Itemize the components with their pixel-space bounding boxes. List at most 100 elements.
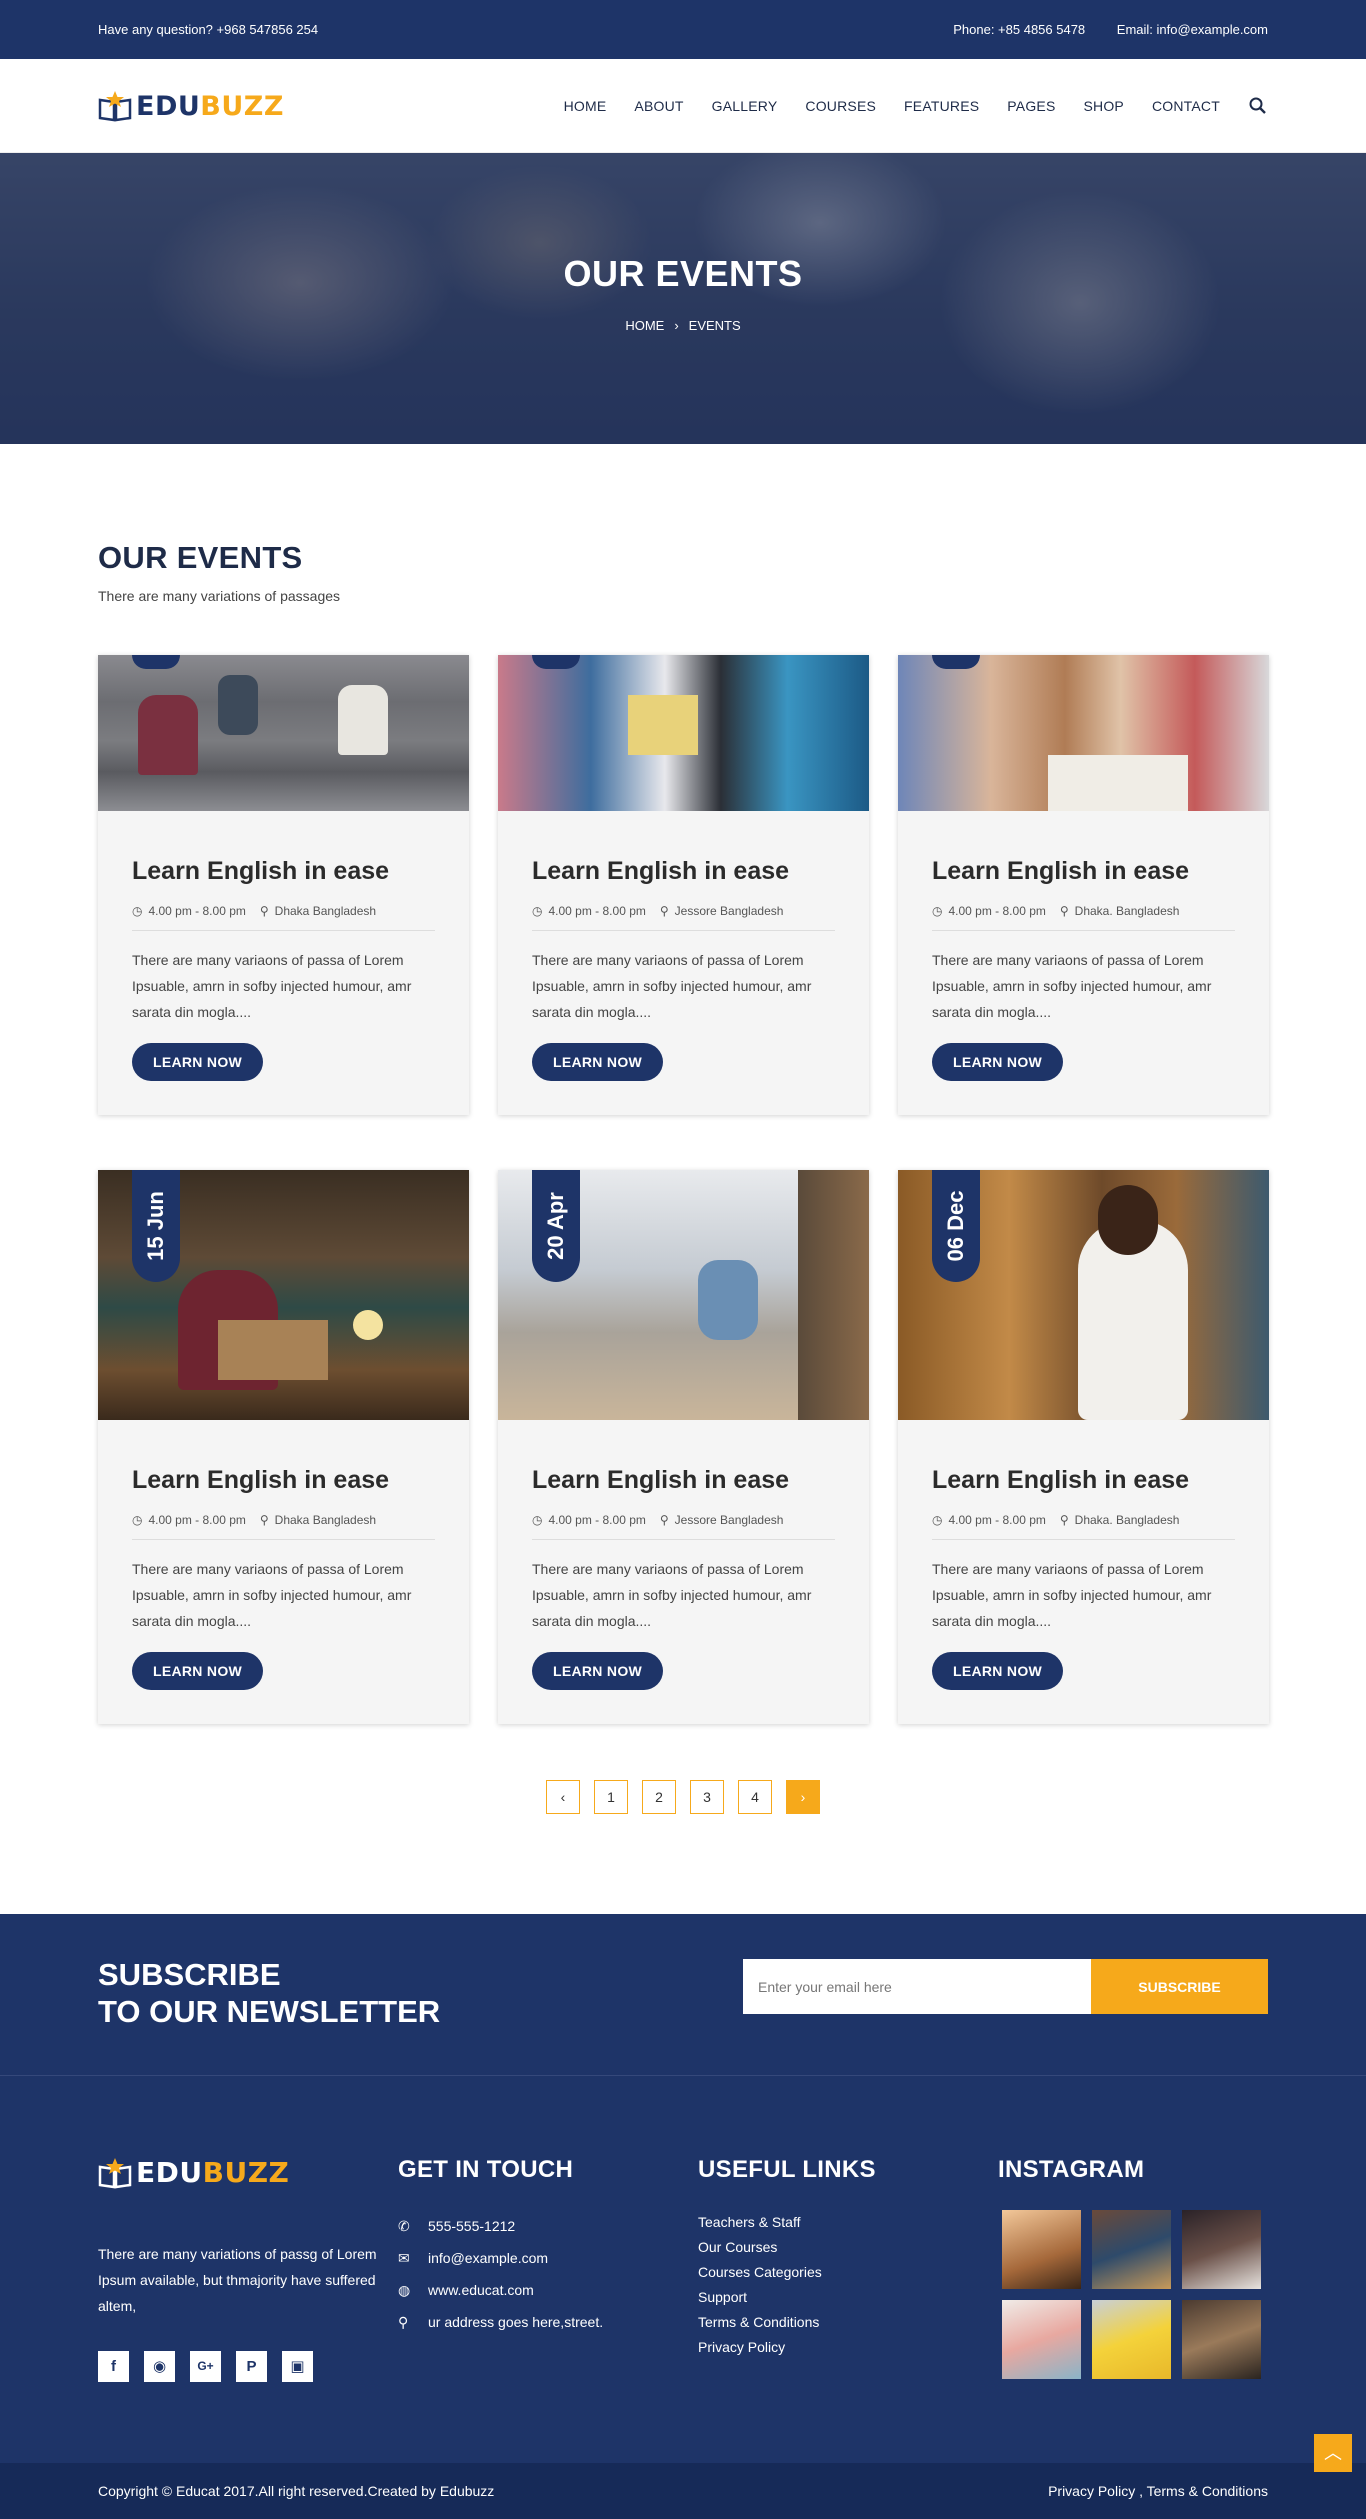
event-title[interactable]: Learn English in ease [532,857,835,886]
newsletter-form: SUBSCRIBE [743,1959,1268,2014]
question-text: Have any question? +968 547856 254 [98,22,319,37]
location-pin-icon: ⚲ [1059,1513,1069,1527]
event-title[interactable]: Learn English in ease [532,1466,835,1495]
event-title[interactable]: Learn English in ease [132,1466,435,1495]
footer-about-text: There are many variations of passg of Lo… [98,2246,377,2314]
learn-now-button[interactable]: LEARN NOW [532,1652,664,1690]
instagram-photo[interactable] [1092,2210,1171,2289]
event-description: There are many variaons of passa of Lore… [132,1561,412,1629]
footer-link[interactable]: Our Courses [698,2235,876,2260]
learn-now-button[interactable]: LEARN NOW [532,1043,664,1081]
event-image[interactable]: 0 [898,655,1269,811]
menu-features[interactable]: FEATURES [904,98,979,114]
menu-about[interactable]: ABOUT [634,98,683,114]
instagram-icon[interactable]: ▣ [282,2351,313,2382]
event-location: Dhaka. Bangladesh [1074,1513,1180,1527]
event-image[interactable]: 15 Jun [98,1170,469,1420]
pagination: ‹ 1 2 3 4 › [0,1780,1366,1814]
menu-contact[interactable]: CONTACT [1152,98,1220,114]
footer-link[interactable]: Terms & Conditions [698,2310,876,2335]
newsletter-email-input[interactable] [743,1959,1091,2014]
event-meta: ◷ 4.00 pm - 8.00 pm ⚲ Jessore Bangladesh [532,904,835,931]
menu-courses[interactable]: COURSES [805,98,876,114]
event-card: 2 Learn English in ease ◷ 4.00 pm - 8.00 … [498,655,869,1115]
footer-link[interactable]: Teachers & Staff [698,2210,876,2235]
rss-icon[interactable]: ◉ [144,2351,175,2382]
event-date-badge: 2 [532,655,580,669]
event-image[interactable]: 2 [498,655,869,811]
event-title[interactable]: Learn English in ease [932,857,1235,886]
contact-phone[interactable]: ✆ 555-555-1212 [398,2210,603,2242]
event-title[interactable]: Learn English in ease [132,857,435,886]
footer-link[interactable]: Courses Categories [698,2260,876,2285]
contact-email[interactable]: ✉ info@example.com [398,2242,603,2274]
menu-gallery[interactable]: GALLERY [712,98,778,114]
page-4[interactable]: 4 [738,1780,772,1814]
menu: HOME ABOUT GALLERY COURSES FEATURES PAGE… [536,96,1268,116]
google-plus-icon[interactable]: G+ [190,2351,221,2382]
logo[interactable]: EDU BUZZ [98,90,284,122]
instagram-photo[interactable] [1182,2210,1261,2289]
newsletter-section: SUBSCRIBE TO OUR NEWSLETTER SUBSCRIBE [0,1914,1366,2076]
event-card: 20 Apr Learn English in ease ◷ 4.00 pm - … [498,1170,869,1724]
links-heading: USEFUL LINKS [698,2156,876,2183]
clock-icon: ◷ [132,1513,143,1527]
clock-icon: ◷ [932,904,943,918]
instagram-photo[interactable] [1092,2300,1171,2379]
footer-links: USEFUL LINKS Teachers & Staff Our Course… [698,2156,876,2360]
search-icon[interactable] [1248,96,1268,116]
page-2[interactable]: 2 [642,1780,676,1814]
email-text: Email: info@example.com [1116,22,1268,37]
event-title[interactable]: Learn English in ease [932,1466,1235,1495]
footer-link[interactable]: Support [698,2285,876,2310]
newsletter-title: SUBSCRIBE TO OUR NEWSLETTER [98,1957,441,2029]
clock-icon: ◷ [932,1513,943,1527]
prev-page-button[interactable]: ‹ [546,1780,580,1814]
menu-shop[interactable]: SHOP [1083,98,1123,114]
subscribe-button[interactable]: SUBSCRIBE [1091,1959,1268,2014]
clock-icon: ◷ [532,1513,543,1527]
footer-logo[interactable]: EDU BUZZ [98,2156,378,2189]
chevron-right-icon: › [674,318,679,333]
menu-pages[interactable]: PAGES [1007,98,1055,114]
footer-link[interactable]: Privacy Policy [698,2335,876,2360]
envelope-icon: ✉ [398,2250,410,2266]
breadcrumb-home[interactable]: HOME [625,318,664,333]
event-image[interactable]: 06 Dec [898,1170,1269,1420]
next-page-button[interactable]: › [786,1780,820,1814]
logo-text-edu: EDU [136,90,201,122]
clock-icon: ◷ [532,904,543,918]
event-location: Dhaka Bangladesh [274,1513,377,1527]
chevron-up-icon[interactable]: ︿ [1314,2434,1352,2472]
event-meta: ◷ 4.00 pm - 8.00 pm ⚲ Dhaka Bangladesh [132,1513,435,1540]
contact-website[interactable]: ◍ www.educat.com [398,2274,603,2306]
phone-text: Phone: +85 4856 5478 [953,22,1086,37]
instagram-photo[interactable] [1002,2300,1081,2379]
event-location: Jessore Bangladesh [674,904,784,918]
footer-contact: GET IN TOUCH ✆ 555-555-1212 ✉ info@example… [398,2156,603,2338]
learn-now-button[interactable]: LEARN NOW [932,1652,1064,1690]
instagram-photo[interactable] [1182,2300,1261,2379]
social-links: f ◉ G+ P ▣ [98,2351,378,2382]
learn-now-button[interactable]: LEARN NOW [932,1043,1064,1081]
page-1[interactable]: 1 [594,1780,628,1814]
event-time: 4.00 pm - 8.00 pm [148,1513,246,1527]
event-image[interactable]: 1 [98,655,469,811]
page-3[interactable]: 3 [690,1780,724,1814]
pinterest-icon[interactable]: P [236,2351,267,2382]
menu-home[interactable]: HOME [564,98,607,114]
globe-icon: ◍ [398,2282,411,2298]
footer-about: EDU BUZZ There are many variations of pas… [98,2156,378,2382]
event-image[interactable]: 20 Apr [498,1170,869,1420]
event-card: 1 Learn English in ease ◷ 4.00 pm - 8.00 … [98,655,469,1115]
footer: EDU BUZZ There are many variations of pas… [0,2076,1366,2463]
copyright-text: Copyright © Educat 2017.All right reserv… [98,2483,495,2499]
learn-now-button[interactable]: LEARN NOW [132,1043,264,1081]
learn-now-button[interactable]: LEARN NOW [132,1652,264,1690]
instagram-photo[interactable] [1002,2210,1081,2289]
policy-links[interactable]: Privacy Policy , Terms & Conditions [1048,2483,1268,2499]
facebook-icon[interactable]: f [98,2351,129,2382]
location-pin-icon: ⚲ [1059,904,1069,918]
clock-icon: ◷ [132,904,143,918]
event-card: 15 Jun Learn English in ease ◷ 4.00 pm - … [98,1170,469,1724]
